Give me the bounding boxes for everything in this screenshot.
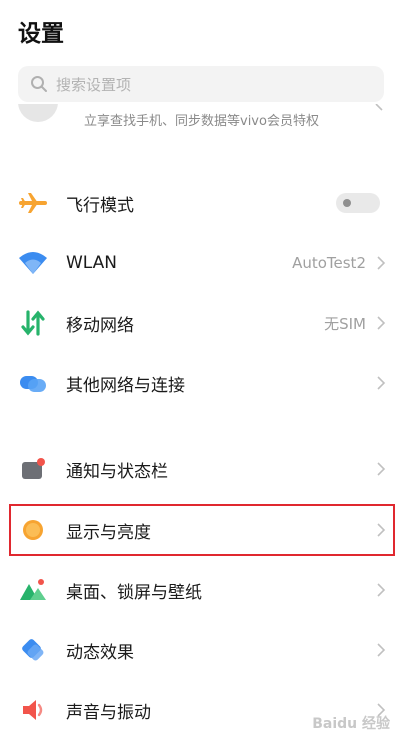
chevron-right-icon — [377, 462, 386, 476]
notification-icon — [17, 453, 49, 485]
mobile-data-icon — [17, 307, 49, 339]
sound-icon — [17, 694, 49, 726]
avatar — [18, 104, 58, 122]
search-bar[interactable]: 搜索设置项 — [18, 66, 384, 102]
setting-label: 动态效果 — [66, 642, 134, 663]
setting-wallpaper[interactable]: 桌面、锁屏与壁纸 — [0, 560, 406, 620]
search-input[interactable]: 搜索设置项 — [56, 74, 131, 95]
setting-label: 飞行模式 — [66, 195, 134, 216]
chevron-right-icon — [377, 643, 386, 657]
wallpaper-icon — [17, 574, 49, 606]
toggle-knob — [343, 199, 351, 207]
setting-dynamic-effects[interactable]: 动态效果 — [0, 620, 406, 680]
chevron-right-icon — [377, 376, 386, 390]
setting-label: 声音与振动 — [66, 702, 151, 723]
chevron-right-icon — [377, 583, 386, 597]
chevron-right-icon — [377, 316, 386, 330]
setting-airplane-mode[interactable]: 飞行模式 — [0, 173, 406, 233]
setting-label: 通知与状态栏 — [66, 461, 168, 482]
wifi-icon — [17, 247, 49, 279]
chevron-right-icon — [375, 104, 383, 111]
setting-label: 其他网络与连接 — [66, 375, 185, 396]
setting-wlan[interactable]: WLAN AutoTest2 — [0, 233, 406, 293]
cloud-link-icon — [17, 367, 49, 399]
setting-other-networks[interactable]: 其他网络与连接 — [0, 353, 406, 413]
setting-label: 显示与亮度 — [66, 522, 151, 543]
chevron-right-icon — [377, 523, 386, 537]
brightness-icon — [17, 514, 49, 546]
search-icon — [31, 76, 47, 92]
setting-display-brightness[interactable]: 显示与亮度 — [0, 500, 406, 560]
account-subtitle: 立享查找手机、同步数据等vivo会员特权 — [84, 114, 319, 129]
airplane-icon — [17, 187, 49, 219]
setting-value: AutoTest2 — [292, 254, 366, 272]
setting-notifications[interactable]: 通知与状态栏 — [0, 439, 406, 499]
watermark: Baidu 经验 — [312, 716, 390, 732]
setting-value: 无SIM — [324, 314, 366, 333]
page-title: 设置 — [18, 21, 64, 47]
setting-mobile-network[interactable]: 移动网络 无SIM — [0, 293, 406, 353]
airplane-mode-toggle[interactable] — [336, 193, 380, 213]
setting-label: 桌面、锁屏与壁纸 — [66, 582, 202, 603]
dynamic-effect-icon — [17, 634, 49, 666]
setting-label: WLAN — [66, 253, 118, 273]
chevron-right-icon — [377, 256, 386, 270]
setting-label: 移动网络 — [66, 315, 134, 336]
account-entry[interactable]: 立享查找手机、同步数据等vivo会员特权 — [0, 104, 406, 134]
